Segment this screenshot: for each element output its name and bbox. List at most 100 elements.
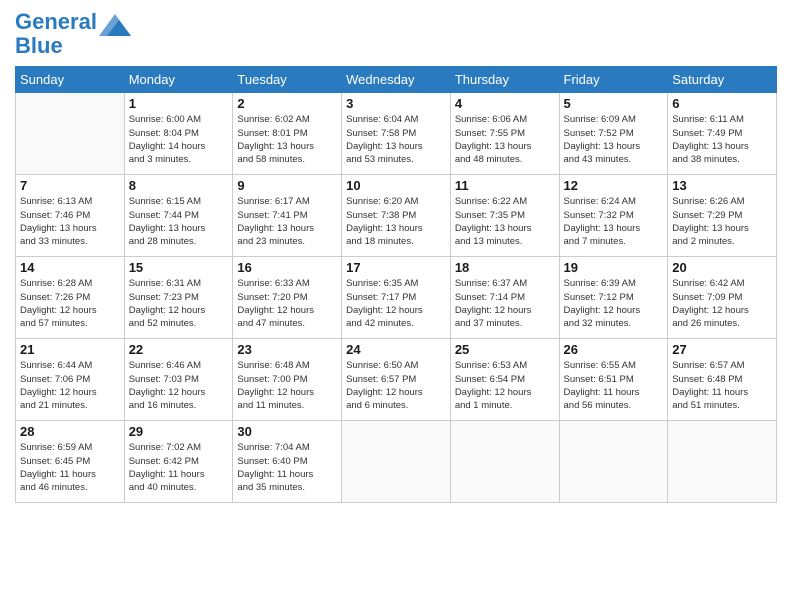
day-info: Sunrise: 6:33 AM Sunset: 7:20 PM Dayligh…	[237, 277, 337, 330]
calendar-cell: 23 Sunrise: 6:48 AM Sunset: 7:00 PM Dayli…	[233, 339, 342, 421]
calendar-week-row: 14 Sunrise: 6:28 AM Sunset: 7:26 PM Dayli…	[16, 257, 777, 339]
day-number: 7	[20, 178, 120, 193]
calendar-cell: 10 Sunrise: 6:20 AM Sunset: 7:38 PM Dayli…	[342, 175, 451, 257]
day-info: Sunrise: 6:17 AM Sunset: 7:41 PM Dayligh…	[237, 195, 337, 248]
day-info: Sunrise: 6:59 AM Sunset: 6:45 PM Dayligh…	[20, 441, 120, 494]
calendar-cell: 1 Sunrise: 6:00 AM Sunset: 8:04 PM Daylig…	[124, 93, 233, 175]
calendar-week-row: 1 Sunrise: 6:00 AM Sunset: 8:04 PM Daylig…	[16, 93, 777, 175]
day-number: 19	[564, 260, 664, 275]
day-number: 6	[672, 96, 772, 111]
day-info: Sunrise: 6:48 AM Sunset: 7:00 PM Dayligh…	[237, 359, 337, 412]
day-info: Sunrise: 6:04 AM Sunset: 7:58 PM Dayligh…	[346, 113, 446, 166]
day-info: Sunrise: 6:55 AM Sunset: 6:51 PM Dayligh…	[564, 359, 664, 412]
day-number: 14	[20, 260, 120, 275]
day-number: 30	[237, 424, 337, 439]
day-number: 28	[20, 424, 120, 439]
day-info: Sunrise: 6:22 AM Sunset: 7:35 PM Dayligh…	[455, 195, 555, 248]
day-number: 17	[346, 260, 446, 275]
calendar-cell: 19 Sunrise: 6:39 AM Sunset: 7:12 PM Dayli…	[559, 257, 668, 339]
calendar-cell: 11 Sunrise: 6:22 AM Sunset: 7:35 PM Dayli…	[450, 175, 559, 257]
day-number: 29	[129, 424, 229, 439]
weekday-header: Thursday	[450, 67, 559, 93]
calendar-cell: 18 Sunrise: 6:37 AM Sunset: 7:14 PM Dayli…	[450, 257, 559, 339]
calendar-cell: 26 Sunrise: 6:55 AM Sunset: 6:51 PM Dayli…	[559, 339, 668, 421]
day-info: Sunrise: 6:24 AM Sunset: 7:32 PM Dayligh…	[564, 195, 664, 248]
calendar-cell: 25 Sunrise: 6:53 AM Sunset: 6:54 PM Dayli…	[450, 339, 559, 421]
day-number: 16	[237, 260, 337, 275]
calendar-week-row: 28 Sunrise: 6:59 AM Sunset: 6:45 PM Dayli…	[16, 421, 777, 503]
day-info: Sunrise: 6:31 AM Sunset: 7:23 PM Dayligh…	[129, 277, 229, 330]
day-number: 3	[346, 96, 446, 111]
day-number: 10	[346, 178, 446, 193]
calendar-cell: 13 Sunrise: 6:26 AM Sunset: 7:29 PM Dayli…	[668, 175, 777, 257]
calendar-cell: 4Sunrise: 6:06 AM Sunset: 7:55 PM Daylig…	[450, 93, 559, 175]
day-info: Sunrise: 6:20 AM Sunset: 7:38 PM Dayligh…	[346, 195, 446, 248]
calendar-cell: 12 Sunrise: 6:24 AM Sunset: 7:32 PM Dayli…	[559, 175, 668, 257]
day-info: Sunrise: 6:57 AM Sunset: 6:48 PM Dayligh…	[672, 359, 772, 412]
page: GeneralBlue SundayMondayTuesdayWednesday…	[0, 0, 792, 612]
header: GeneralBlue	[15, 10, 777, 58]
day-info: Sunrise: 6:39 AM Sunset: 7:12 PM Dayligh…	[564, 277, 664, 330]
weekday-header: Friday	[559, 67, 668, 93]
calendar-cell	[668, 421, 777, 503]
calendar-cell: 21 Sunrise: 6:44 AM Sunset: 7:06 PM Dayli…	[16, 339, 125, 421]
calendar-cell: 22Sunrise: 6:46 AM Sunset: 7:03 PM Dayli…	[124, 339, 233, 421]
calendar-cell	[450, 421, 559, 503]
logo: GeneralBlue	[15, 10, 131, 58]
day-number: 20	[672, 260, 772, 275]
weekday-header: Wednesday	[342, 67, 451, 93]
day-info: Sunrise: 6:11 AM Sunset: 7:49 PM Dayligh…	[672, 113, 772, 166]
day-info: Sunrise: 6:28 AM Sunset: 7:26 PM Dayligh…	[20, 277, 120, 330]
day-number: 18	[455, 260, 555, 275]
calendar-cell: 28 Sunrise: 6:59 AM Sunset: 6:45 PM Dayli…	[16, 421, 125, 503]
calendar-cell: 7Sunrise: 6:13 AM Sunset: 7:46 PM Daylig…	[16, 175, 125, 257]
day-number: 12	[564, 178, 664, 193]
day-number: 13	[672, 178, 772, 193]
calendar-cell: 30 Sunrise: 7:04 AM Sunset: 6:40 PM Dayli…	[233, 421, 342, 503]
weekday-header: Monday	[124, 67, 233, 93]
calendar-header-row: SundayMondayTuesdayWednesdayThursdayFrid…	[16, 67, 777, 93]
logo-icon	[99, 14, 131, 36]
calendar-cell: 16 Sunrise: 6:33 AM Sunset: 7:20 PM Dayli…	[233, 257, 342, 339]
day-info: Sunrise: 6:26 AM Sunset: 7:29 PM Dayligh…	[672, 195, 772, 248]
calendar-cell: 15 Sunrise: 6:31 AM Sunset: 7:23 PM Dayli…	[124, 257, 233, 339]
day-info: Sunrise: 7:04 AM Sunset: 6:40 PM Dayligh…	[237, 441, 337, 494]
day-number: 26	[564, 342, 664, 357]
weekday-header: Tuesday	[233, 67, 342, 93]
calendar-cell: 5 Sunrise: 6:09 AM Sunset: 7:52 PM Daylig…	[559, 93, 668, 175]
weekday-header: Saturday	[668, 67, 777, 93]
day-info: Sunrise: 6:46 AM Sunset: 7:03 PM Dayligh…	[129, 359, 229, 412]
calendar: SundayMondayTuesdayWednesdayThursdayFrid…	[15, 66, 777, 503]
day-info: Sunrise: 6:09 AM Sunset: 7:52 PM Dayligh…	[564, 113, 664, 166]
day-info: Sunrise: 6:53 AM Sunset: 6:54 PM Dayligh…	[455, 359, 555, 412]
calendar-cell	[16, 93, 125, 175]
day-info: Sunrise: 6:15 AM Sunset: 7:44 PM Dayligh…	[129, 195, 229, 248]
day-number: 23	[237, 342, 337, 357]
calendar-cell: 24Sunrise: 6:50 AM Sunset: 6:57 PM Dayli…	[342, 339, 451, 421]
day-number: 11	[455, 178, 555, 193]
day-number: 27	[672, 342, 772, 357]
day-number: 15	[129, 260, 229, 275]
day-info: Sunrise: 6:00 AM Sunset: 8:04 PM Dayligh…	[129, 113, 229, 166]
day-info: Sunrise: 6:37 AM Sunset: 7:14 PM Dayligh…	[455, 277, 555, 330]
day-info: Sunrise: 6:35 AM Sunset: 7:17 PM Dayligh…	[346, 277, 446, 330]
day-number: 24	[346, 342, 446, 357]
calendar-cell: 3 Sunrise: 6:04 AM Sunset: 7:58 PM Daylig…	[342, 93, 451, 175]
calendar-cell: 6 Sunrise: 6:11 AM Sunset: 7:49 PM Daylig…	[668, 93, 777, 175]
calendar-week-row: 21 Sunrise: 6:44 AM Sunset: 7:06 PM Dayli…	[16, 339, 777, 421]
day-info: Sunrise: 6:42 AM Sunset: 7:09 PM Dayligh…	[672, 277, 772, 330]
calendar-cell: 20 Sunrise: 6:42 AM Sunset: 7:09 PM Dayli…	[668, 257, 777, 339]
day-number: 9	[237, 178, 337, 193]
day-number: 25	[455, 342, 555, 357]
day-number: 5	[564, 96, 664, 111]
calendar-cell: 8Sunrise: 6:15 AM Sunset: 7:44 PM Daylig…	[124, 175, 233, 257]
calendar-cell: 14 Sunrise: 6:28 AM Sunset: 7:26 PM Dayli…	[16, 257, 125, 339]
day-number: 21	[20, 342, 120, 357]
day-number: 4	[455, 96, 555, 111]
day-number: 1	[129, 96, 229, 111]
day-info: Sunrise: 6:02 AM Sunset: 8:01 PM Dayligh…	[237, 113, 337, 166]
calendar-cell	[559, 421, 668, 503]
calendar-cell: 27 Sunrise: 6:57 AM Sunset: 6:48 PM Dayli…	[668, 339, 777, 421]
day-info: Sunrise: 6:44 AM Sunset: 7:06 PM Dayligh…	[20, 359, 120, 412]
weekday-header: Sunday	[16, 67, 125, 93]
